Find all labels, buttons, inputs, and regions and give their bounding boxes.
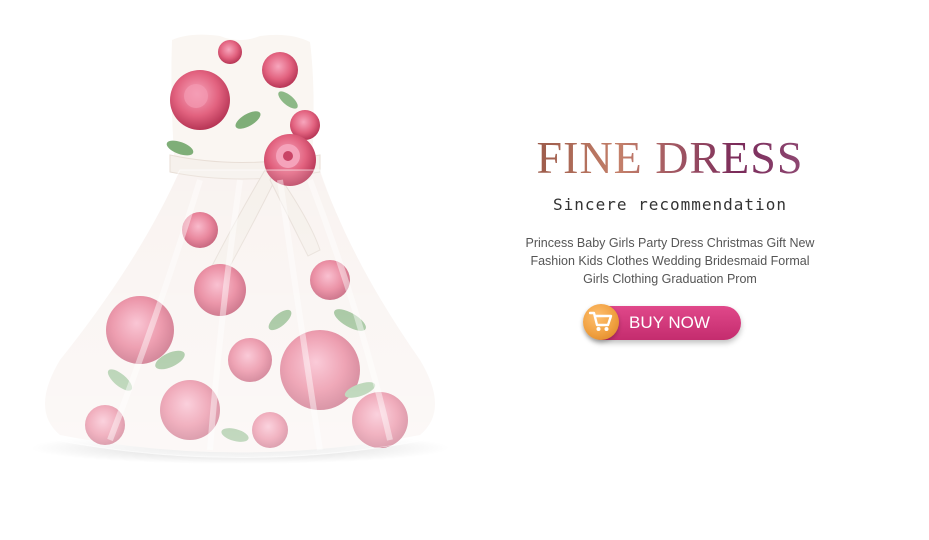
dress-illustration bbox=[30, 34, 450, 464]
buy-now-label: BUY NOW bbox=[629, 313, 710, 332]
product-description: Princess Baby Girls Party Dress Christma… bbox=[525, 236, 815, 286]
headline: FINE DRESS bbox=[500, 135, 840, 181]
product-image-dress bbox=[20, 30, 460, 510]
shopping-cart-icon bbox=[583, 304, 619, 340]
promo-text-block: FINE DRESS Sincere recommendation Prince… bbox=[500, 135, 840, 288]
subheadline: Sincere recommendation bbox=[553, 195, 787, 214]
buy-now-button[interactable]: BUY NOW bbox=[583, 304, 741, 340]
